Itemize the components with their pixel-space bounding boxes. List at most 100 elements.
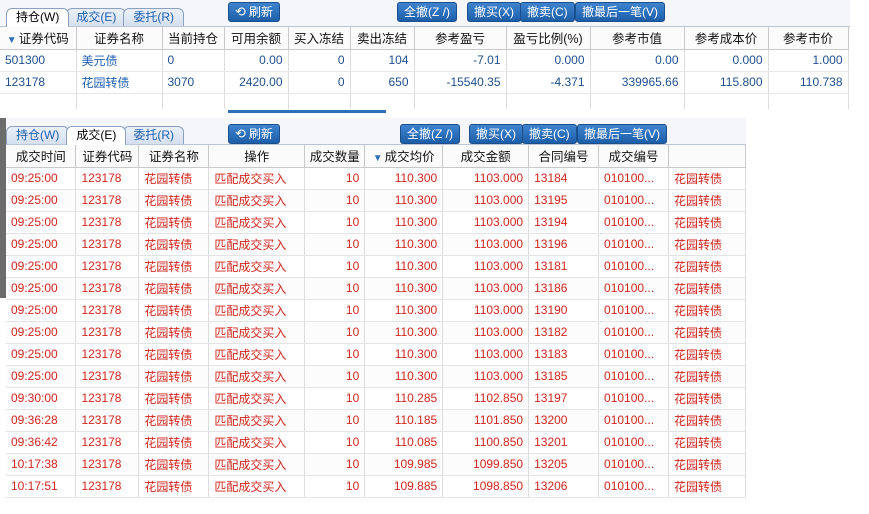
cell-code: 123178: [0, 71, 77, 94]
empty-row: [0, 93, 849, 109]
cell-trade-time: 09:25:00: [6, 211, 77, 234]
col-header-buy-frozen[interactable]: 买入冻结: [288, 27, 351, 50]
table-row[interactable]: 09:25:00 123178 花园转债 匹配成交买入 10 110.300 1103.00…: [6, 255, 747, 278]
col-header-name[interactable]: 证券名称: [138, 145, 210, 168]
cell-name: 花园转债: [138, 277, 210, 300]
cell-avg-price: 110.300: [364, 365, 444, 388]
col-header-market-price[interactable]: 参考市价: [768, 27, 849, 50]
table-row[interactable]: 10:17:38 123178 花园转债 匹配成交买入 10 109.985 1099.85…: [6, 453, 747, 476]
table-row[interactable]: 09:36:28 123178 花园转债 匹配成交买入 10 110.185 1101.85…: [6, 409, 747, 432]
col-header-available[interactable]: 可用余额: [224, 27, 289, 50]
cell-name: 花园转债: [138, 409, 210, 432]
tab-trades[interactable]: 成交(E): [66, 8, 127, 26]
cell-contract-no: 13183: [528, 343, 600, 366]
cancel-last-button[interactable]: 撤最后一笔(V): [575, 2, 665, 22]
table-row[interactable]: 09:25:00 123178 花园转债 匹配成交买入 10 110.300 1103.00…: [6, 365, 747, 388]
table-row[interactable]: 09:25:00 123178 花园转债 匹配成交买入 10 110.300 1103.00…: [6, 299, 747, 322]
cell-trade-no: 010100...: [598, 431, 669, 454]
col-header-market-value[interactable]: 参考市值: [590, 27, 685, 50]
cell-operation: 匹配成交买入: [208, 277, 306, 300]
cell-trade-time: 10:17:51: [6, 475, 77, 498]
cell-trade-time: 10:17:38: [6, 453, 77, 476]
cell-pnl-ratio: 0.000: [506, 49, 591, 72]
cell-code: 123178: [75, 233, 140, 256]
col-header-name[interactable]: 证券名称: [76, 27, 163, 50]
col-header-amount[interactable]: 成交金额: [442, 145, 530, 168]
cell-amount: 1103.000: [442, 299, 530, 322]
cell-market-price: 1.000: [768, 49, 849, 72]
trades-tab-bar: 持仓(W) 成交(E) 委托(R): [6, 126, 184, 145]
cancel-all-button[interactable]: 全撤(Z /): [400, 124, 460, 144]
cell-code: 123178: [75, 343, 140, 366]
tab-orders[interactable]: 委托(R): [123, 8, 184, 26]
cancel-sell-button[interactable]: 撤卖(C): [522, 124, 577, 144]
cell-code: 123178: [75, 475, 140, 498]
cell-extra-name: 花园转债: [668, 409, 747, 432]
left-splitter[interactable]: [0, 118, 6, 298]
empty-cell: [414, 93, 507, 109]
cell-name: 花园转债: [138, 211, 210, 234]
col-header-cost-price[interactable]: 参考成本价: [684, 27, 769, 50]
refresh-button[interactable]: ⟲ 刷新: [228, 2, 280, 22]
tab-holdings[interactable]: 持仓(W): [6, 126, 70, 144]
cell-extra-name: 花园转债: [668, 365, 747, 388]
col-header-operation[interactable]: 操作: [208, 145, 306, 168]
table-row[interactable]: 09:25:00 123178 花园转债 匹配成交买入 10 110.300 1103.00…: [6, 233, 747, 256]
refresh-button[interactable]: ⟲ 刷新: [228, 124, 280, 144]
cell-name: 花园转债: [138, 453, 210, 476]
cell-name: 花园转债: [138, 475, 210, 498]
cell-extra-name: 花园转债: [668, 233, 747, 256]
cell-quantity: 10: [304, 409, 366, 432]
cell-amount: 1103.000: [442, 365, 530, 388]
cancel-all-button[interactable]: 全撤(Z /): [397, 2, 457, 22]
tab-trades[interactable]: 成交(E): [66, 126, 127, 145]
col-header-position[interactable]: 当前持仓: [162, 27, 225, 50]
cell-amount: 1103.000: [442, 321, 530, 344]
tab-orders[interactable]: 委托(R): [123, 126, 184, 144]
table-row[interactable]: 09:30:00 123178 花园转债 匹配成交买入 10 110.285 1102.85…: [6, 387, 747, 410]
cell-name: 花园转债: [76, 71, 163, 94]
col-header-pnl-ratio[interactable]: 盈亏比例(%): [506, 27, 591, 50]
cell-contract-no: 13182: [528, 321, 600, 344]
cell-avg-price: 110.300: [364, 321, 444, 344]
col-header-extra[interactable]: [668, 145, 747, 168]
cell-contract-no: 13186: [528, 277, 600, 300]
col-header-code[interactable]: 证券代码: [75, 145, 140, 168]
horizontal-scrollbar[interactable]: [228, 110, 386, 113]
col-header-contract-no[interactable]: 合同编号: [528, 145, 600, 168]
col-header-code[interactable]: ▼ 证券代码: [0, 27, 77, 50]
cell-avg-price: 110.085: [364, 431, 444, 454]
cancel-buy-button[interactable]: 撤买(X): [469, 124, 523, 144]
cell-operation: 匹配成交买入: [208, 453, 306, 476]
table-row[interactable]: 09:25:00 123178 花园转债 匹配成交买入 10 110.300 1103.00…: [6, 277, 747, 300]
cell-extra-name: 花园转债: [668, 211, 747, 234]
col-header-pnl[interactable]: 参考盈亏: [414, 27, 507, 50]
table-row[interactable]: 10:17:51 123178 花园转债 匹配成交买入 10 109.885 1098.85…: [6, 475, 747, 498]
tab-holdings[interactable]: 持仓(W): [6, 8, 70, 27]
table-row[interactable]: 09:25:00 123178 花园转债 匹配成交买入 10 110.300 1103.00…: [6, 189, 747, 212]
col-header-sell-frozen[interactable]: 卖出冻结: [350, 27, 415, 50]
table-row[interactable]: 09:25:00 123178 花园转债 匹配成交买入 10 110.300 1103.00…: [6, 167, 747, 190]
table-row[interactable]: 123178 花园转债 3070 2420.00 0 650 -15540.35 -4.371…: [0, 71, 849, 94]
table-row[interactable]: 09:25:00 123178 花园转债 匹配成交买入 10 110.300 1103.00…: [6, 211, 747, 234]
col-header-trade-no[interactable]: 成交编号: [598, 145, 669, 168]
col-header-trade-time[interactable]: 成交时间: [6, 145, 77, 168]
empty-cell: [76, 93, 163, 109]
col-header-quantity[interactable]: 成交数量: [304, 145, 366, 168]
col-header-avg-price[interactable]: ▼ 成交均价: [364, 145, 444, 168]
cell-quantity: 10: [304, 475, 366, 498]
cancel-buy-button[interactable]: 撤买(X): [467, 2, 521, 22]
cell-quantity: 10: [304, 255, 366, 278]
cancel-last-button[interactable]: 撤最后一笔(V): [577, 124, 667, 144]
cell-buy-frozen: 0: [288, 71, 351, 94]
table-row[interactable]: 09:25:00 123178 花园转债 匹配成交买入 10 110.300 1103.00…: [6, 321, 747, 344]
table-row[interactable]: 09:25:00 123178 花园转债 匹配成交买入 10 110.300 1103.00…: [6, 343, 747, 366]
cancel-sell-button[interactable]: 撤卖(C): [520, 2, 575, 22]
cell-code: 123178: [75, 167, 140, 190]
cell-amount: 1103.000: [442, 343, 530, 366]
cell-quantity: 10: [304, 365, 366, 388]
table-row[interactable]: 501300 美元债 0 0.00 0 104 -7.01 0.000 0.00 0.000 1.0…: [0, 49, 849, 72]
table-row[interactable]: 09:36:42 123178 花园转债 匹配成交买入 10 110.085 1100.85…: [6, 431, 747, 454]
cell-name: 花园转债: [138, 387, 210, 410]
cell-contract-no: 13185: [528, 365, 600, 388]
